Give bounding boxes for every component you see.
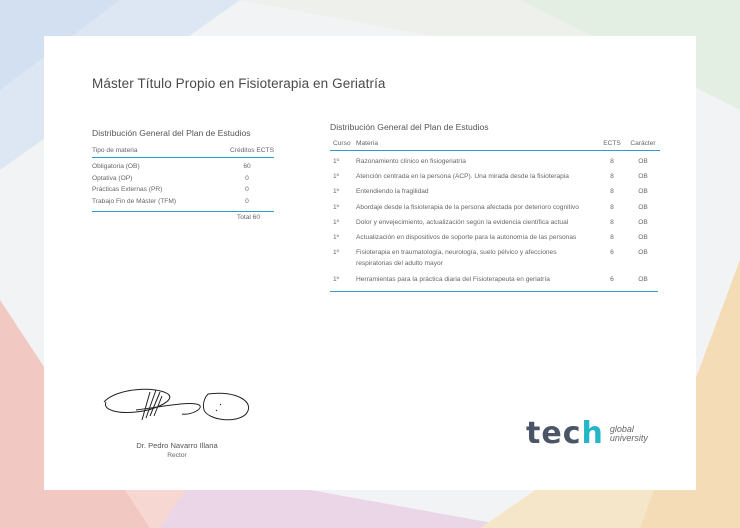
course-cell: 1º	[333, 234, 340, 242]
page-title: Máster Título Propio en Fisioterapia en …	[92, 76, 386, 91]
subject-cell: Fisioterapia en traumatología, neurologí…	[356, 249, 557, 268]
logo-tagline-line2: university	[609, 432, 648, 443]
tech-logo: tech global university	[526, 416, 648, 451]
table-row: 1º Abordaje desde la fisioterapia de la …	[330, 200, 660, 215]
summary-row-value: 0	[245, 197, 249, 205]
ects-cell: 8	[610, 158, 614, 165]
ects-cell: 8	[610, 188, 614, 196]
course-cell: 1º	[333, 158, 340, 165]
ects-cell: 6	[610, 275, 614, 283]
course-cell: 1º	[333, 188, 340, 196]
subject-cell: Razonamiento clínico en fisiogeriatría	[356, 158, 466, 165]
summary-row-name: Obligatoria (OB)	[92, 163, 140, 171]
type-cell: OB	[638, 275, 648, 283]
type-cell: OB	[638, 218, 648, 226]
summary-row-value: 60	[243, 163, 251, 171]
summary-row: Trabajo Fin de Máster (TFM) 0	[92, 196, 274, 208]
type-cell: OB	[638, 249, 648, 257]
course-cell: 1º	[333, 203, 340, 211]
logo-word-b: h	[581, 416, 604, 451]
summary-row-name: Prácticas Externas (PR)	[92, 186, 163, 194]
summary-heading: Distribución General del Plan de Estudio…	[92, 128, 251, 138]
summary-col-type: Tipo de materia	[92, 147, 138, 154]
summary-row: Optativa (OP) 0	[92, 173, 274, 185]
logo-wordmark: tech	[526, 416, 604, 451]
summary-row-name: Trabajo Fin de Máster (TFM)	[92, 197, 177, 205]
table-row: 1º Fisioterapia en traumatología, neurol…	[330, 245, 660, 271]
summary-row: Prácticas Externas (PR) 0	[92, 184, 274, 196]
summary-header-row: Tipo de materia Créditos ECTS	[92, 147, 274, 158]
course-cell: 1º	[333, 218, 340, 226]
course-cell: 1º	[333, 249, 340, 257]
subjects-col-course: Curso	[333, 140, 351, 147]
summary-row-value: 0	[245, 186, 249, 194]
subject-cell: Atención centrada en la persona (ACP). U…	[356, 173, 569, 181]
subject-cell: Dolor y envejecimiento, actualización se…	[356, 218, 569, 226]
logo-tagline: global university	[609, 424, 648, 443]
summary-table: Distribución General del Plan de Estudio…	[92, 128, 274, 221]
summary-row-name: Optativa (OP)	[92, 174, 133, 182]
type-cell: OB	[638, 188, 648, 196]
table-row: 1º Herramientas para la práctica diaria …	[330, 272, 660, 287]
table-row: 1º Dolor y envejecimiento, actualización…	[330, 215, 660, 230]
subjects-col-subject: Materia	[356, 140, 378, 147]
course-cell: 1º	[333, 275, 340, 283]
subject-cell: Entendiendo la fragilidad	[356, 188, 429, 196]
signer-name: Dr. Pedro Navarro Illana	[136, 441, 218, 450]
ects-cell: 8	[610, 173, 614, 181]
type-cell: OB	[638, 173, 648, 181]
summary-row: Obligatoria (OB) 60	[92, 161, 274, 173]
table-bottom-rule	[330, 290, 658, 292]
summary-total: Total 60	[92, 211, 274, 221]
summary-col-credits: Créditos ECTS	[230, 147, 274, 154]
table-row: 1º Atención centrada en la persona (ACP)…	[330, 169, 660, 184]
table-row: 1º Razonamiento clínico en fisiogeriatrí…	[330, 154, 660, 169]
subject-cell: Abordaje desde la fisioterapia de la per…	[356, 203, 579, 211]
subjects-header-row: Curso Materia ECTS Carácter	[330, 140, 660, 151]
signer-role: Rector	[167, 452, 187, 459]
type-cell: OB	[638, 158, 648, 165]
subject-cell: Herramientas para la práctica diaria del…	[356, 275, 550, 283]
subjects-heading: Distribución General del Plan de Estudio…	[330, 122, 489, 132]
course-cell: 1º	[333, 173, 340, 181]
logo-word-a: tec	[526, 416, 582, 451]
ects-cell: 8	[610, 203, 614, 211]
ects-cell: 6	[610, 249, 614, 257]
type-cell: OB	[638, 234, 648, 242]
type-cell: OB	[638, 203, 648, 211]
subjects-col-ects: ECTS	[603, 140, 621, 147]
summary-row-value: 0	[245, 174, 249, 182]
table-row: 1º Entendiendo la fragilidad 8 OB	[330, 184, 660, 199]
subjects-table: Distribución General del Plan de Estudio…	[330, 122, 660, 292]
ects-cell: 8	[610, 234, 614, 242]
subjects-col-type: Carácter	[630, 140, 656, 147]
signature	[96, 380, 256, 430]
table-row: 1º Actualización en dispositivos de sopo…	[330, 230, 660, 245]
ects-cell: 8	[610, 218, 614, 226]
subject-cell: Actualización en dispositivos de soporte…	[356, 234, 577, 242]
